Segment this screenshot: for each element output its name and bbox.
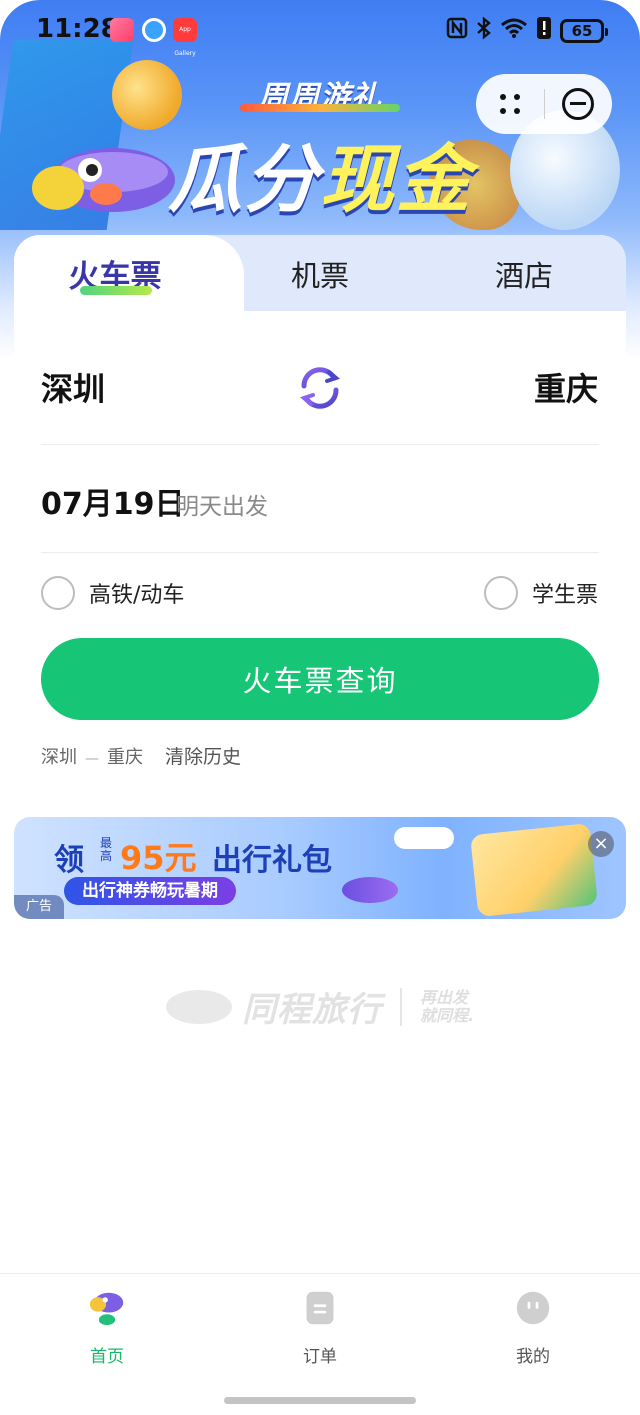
- brand-watermark: 同程旅行 再出发 就同程.: [166, 982, 480, 1031]
- student-ticket-radio[interactable]: [483, 576, 518, 610]
- history-from: 深圳: [41, 746, 77, 768]
- minus-circle-icon: [562, 88, 595, 120]
- tab-flight[interactable]: 机票: [260, 253, 380, 295]
- nav-home[interactable]: 首页: [47, 1290, 167, 1367]
- status-icons: 65: [446, 16, 608, 46]
- ad-pill: 出行神券畅玩暑期: [64, 877, 236, 905]
- banner-subtitle-underline: [240, 104, 400, 112]
- arrival-city[interactable]: 重庆: [534, 364, 598, 410]
- brand-slogan: 再出发 就同程.: [420, 987, 480, 1025]
- clear-history-button[interactable]: 清除历史: [165, 742, 241, 769]
- status-time: 11:28: [36, 14, 119, 44]
- brand-logo-icon: [166, 989, 232, 1024]
- app-gallery-icon: App Gallery: [173, 18, 197, 57]
- bluetooth-icon: [476, 16, 492, 46]
- ad-tiny: 最高: [100, 836, 113, 863]
- brand-slogan-line1: 再出发: [420, 987, 469, 1007]
- nav-profile-label: 我的: [516, 1347, 550, 1367]
- ad-amount: 95元: [120, 839, 197, 877]
- home-mascot-icon: [89, 1292, 124, 1326]
- tab-active-indicator: [80, 286, 152, 295]
- student-ticket-label: 学生票: [531, 583, 598, 608]
- airplane-icon: [394, 827, 454, 849]
- swap-cities-button[interactable]: [296, 364, 344, 412]
- search-history: 深圳 — 重庆 清除历史: [41, 742, 241, 769]
- brand-name: 同程旅行: [242, 990, 382, 1030]
- ad-tag: 广告: [14, 895, 64, 919]
- departure-date[interactable]: 07月19日: [41, 479, 185, 523]
- ad-banner[interactable]: 领 最高 95元 出行礼包 出行神券畅玩暑期 广告 ×: [14, 817, 626, 919]
- nav-home-label: 首页: [90, 1347, 124, 1367]
- train-search-button[interactable]: 火车票查询: [41, 638, 599, 720]
- nav-orders[interactable]: 订单: [260, 1290, 380, 1367]
- ad-lead: 领: [54, 843, 84, 878]
- nav-profile[interactable]: 我的: [473, 1290, 593, 1367]
- banner-title-part2: 现金: [320, 137, 472, 223]
- wifi-icon: [500, 17, 528, 45]
- profile-icon: [516, 1291, 550, 1325]
- alert-icon: [536, 16, 552, 46]
- departure-city[interactable]: 深圳: [41, 364, 105, 410]
- divider: [41, 552, 599, 553]
- highspeed-label: 高铁/动车: [89, 583, 185, 608]
- fish-icon: [342, 877, 398, 903]
- brand-slogan-line2: 就同程.: [420, 1005, 475, 1025]
- divider: [41, 444, 599, 445]
- highspeed-option[interactable]: 高铁/动车: [41, 576, 184, 610]
- app-notification-icon: [110, 18, 134, 42]
- home-indicator: [224, 1397, 416, 1404]
- ad-close-button[interactable]: ×: [588, 831, 614, 857]
- more-dots-icon: [499, 93, 521, 115]
- mascot-bird-icon: [32, 148, 175, 212]
- book-illustration-icon: [470, 822, 598, 918]
- ad-title: 出行礼包: [212, 843, 332, 878]
- swap-icon: [300, 367, 340, 409]
- student-ticket-option[interactable]: 学生票: [483, 576, 598, 610]
- status-bar: 11:28 App Gallery 65: [0, 0, 640, 60]
- brand-divider: [400, 987, 402, 1026]
- tab-hotel[interactable]: 酒店: [464, 253, 584, 295]
- battery-icon: 65: [560, 19, 608, 43]
- highspeed-radio[interactable]: [41, 576, 75, 610]
- history-to: 重庆: [107, 746, 143, 768]
- app-notification-icon: [142, 18, 166, 42]
- miniprogram-capsule: [476, 74, 612, 134]
- banner-title-part1: 瓜分: [168, 137, 320, 223]
- bottom-nav: 首页 订单 我的: [0, 1273, 640, 1415]
- order-icon: [306, 1291, 334, 1325]
- history-route[interactable]: 深圳 — 重庆: [41, 743, 143, 769]
- banner-title: 瓜分现金: [160, 120, 480, 227]
- close-miniprogram-button[interactable]: [545, 74, 613, 134]
- more-button[interactable]: [476, 74, 544, 134]
- departure-date-note: 明天出发: [176, 494, 268, 520]
- nav-orders-label: 订单: [303, 1347, 337, 1367]
- history-arrow: —: [85, 750, 99, 767]
- nfc-icon: [446, 17, 468, 45]
